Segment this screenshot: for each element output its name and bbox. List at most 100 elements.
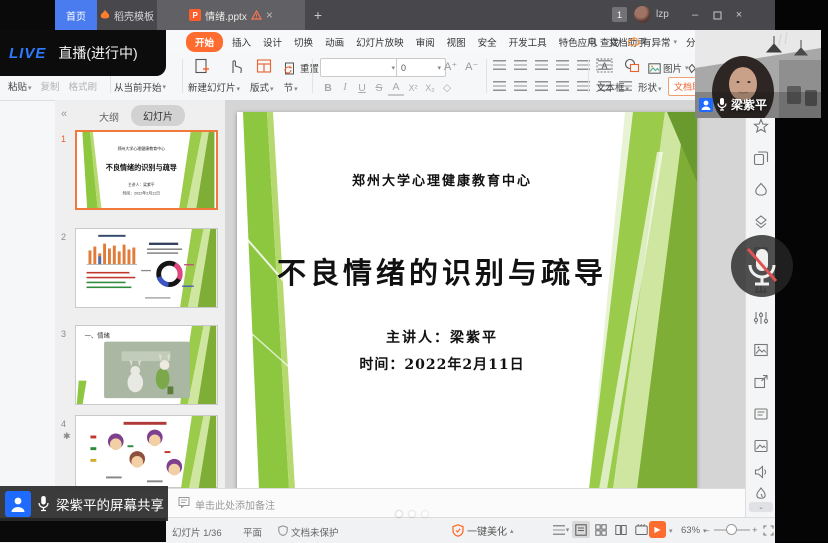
font-name-combo[interactable]: ▾ (320, 58, 400, 77)
tab-template-store[interactable]: 稻壳模板 (97, 0, 157, 30)
slide-thumbnail-3[interactable]: 一、情绪 (75, 325, 218, 405)
layout-button[interactable]: 版式▾ (250, 80, 274, 94)
zoom-slider-knob[interactable] (726, 524, 737, 535)
decrease-indent-icon[interactable] (535, 60, 548, 70)
sound-pane-icon[interactable] (753, 464, 769, 480)
ribbon-tab-animation[interactable]: 动画 (322, 33, 347, 51)
play-options-dropdown-icon[interactable]: ▾ (669, 527, 673, 535)
clone-shapes-icon[interactable] (753, 150, 769, 166)
live-label: LIVE (9, 45, 46, 62)
tab-slides[interactable]: 幻灯片 (131, 105, 185, 126)
presenter-video-tile[interactable]: 梁紫平 (695, 30, 821, 118)
ribbon-tab-insert[interactable]: 插入 (229, 33, 254, 51)
bold-button[interactable]: B (320, 79, 336, 96)
screen-share-label: 梁紫平的屏幕共享 (56, 494, 164, 514)
beautify-button[interactable]: 一键美化 ▴ (452, 523, 514, 538)
fit-slide-icon[interactable] (763, 525, 774, 536)
ribbon-tab-devtools[interactable]: 开发工具 (506, 33, 550, 51)
copy-button[interactable]: 复制 (41, 79, 60, 93)
featured-star-icon[interactable] (753, 118, 769, 134)
justify-icon[interactable] (556, 81, 569, 91)
zoom-out-button[interactable]: – (704, 525, 709, 536)
format-painter-button[interactable]: 格式刷 (69, 79, 98, 93)
close-window-button[interactable]: × (728, 0, 750, 30)
slide-title-text[interactable]: 不良情绪的识别与疏导 (237, 250, 647, 292)
image-library-icon[interactable] (753, 438, 769, 454)
notes-card-icon[interactable] (753, 406, 769, 422)
textbox-label: 文本框 (596, 83, 625, 94)
user-count-badge: 1 (612, 7, 627, 22)
italic-button[interactable]: I (337, 79, 353, 96)
ribbon-tab-view[interactable]: 视图 (444, 33, 469, 51)
reset-button[interactable]: 重置 (284, 61, 319, 75)
mic-muted-floating-button[interactable] (731, 235, 793, 297)
find-button[interactable]: 查找 (588, 35, 619, 49)
section-button[interactable]: 节▾ (284, 80, 298, 94)
layers-pyramid-icon[interactable] (753, 214, 769, 230)
align-right-icon[interactable] (535, 81, 548, 91)
ribbon-tab-review[interactable]: 审阅 (413, 33, 438, 51)
slide-thumbnail-2[interactable] (75, 228, 218, 308)
underline-button[interactable]: U (354, 79, 370, 96)
share-pane-icon[interactable] (753, 374, 769, 390)
superscript-button[interactable]: X² (405, 79, 421, 96)
tab-document[interactable]: P 情绪.pptx × (157, 0, 305, 30)
ribbon-tab-home[interactable]: 开始 (186, 32, 223, 52)
slide-thumbnail-4[interactable] (75, 415, 218, 488)
slide-thumbnail-1[interactable]: 郑州大学心理健康教育中心 不良情绪的识别与疏导 主讲人：梁紫平 时间：2022年… (75, 130, 218, 210)
zoom-level[interactable]: 63% ▾ (681, 525, 707, 536)
slideshow-setup-icon[interactable] (632, 521, 650, 538)
select-hand-icon[interactable] (228, 58, 243, 74)
bullet-list-icon[interactable] (493, 60, 506, 70)
reading-view-button[interactable] (612, 521, 630, 538)
sidebar-collapse-chevron-icon[interactable]: ⌄ (749, 502, 773, 512)
beautify-icon (452, 524, 464, 537)
slide-sorter-view-button[interactable] (592, 521, 610, 538)
slide-date-text[interactable]: 时间：2022年2月11日 (237, 354, 647, 374)
ribbon-tab-security[interactable]: 安全 (475, 33, 500, 51)
restore-button[interactable] (706, 0, 728, 30)
highlight-button[interactable]: ◇ (439, 79, 455, 96)
ribbon-tab-design[interactable]: 设计 (260, 33, 285, 51)
font-size-combo[interactable]: 0▾ (396, 58, 446, 77)
zoom-in-button[interactable]: + (752, 525, 758, 536)
new-slide-button[interactable]: 新建幻灯片▾ (188, 80, 240, 94)
minimize-button[interactable]: – (684, 0, 706, 30)
slide-speaker-text[interactable]: 主讲人：梁紫平 (237, 327, 647, 347)
play-slideshow-button[interactable]: ▶ (649, 521, 666, 538)
notes-toggle-icon[interactable]: ▾ (552, 521, 570, 538)
picture-pane-icon[interactable] (753, 342, 769, 358)
slide-org-text[interactable]: 郑州大学心理健康教育中心 (237, 170, 647, 189)
tab-home[interactable]: 首页 (55, 0, 97, 30)
adjust-sliders-icon[interactable] (753, 310, 769, 326)
shape-button[interactable]: 形状▾ (638, 80, 662, 94)
increase-font-button[interactable]: A⁺ (444, 60, 457, 73)
decrease-font-button[interactable]: A⁻ (465, 60, 478, 73)
slide-editor[interactable]: 郑州大学心理健康教育中心 不良情绪的识别与疏导 主讲人：梁紫平 时间：2022年… (237, 112, 697, 489)
tab-close-icon[interactable]: × (266, 8, 273, 22)
sync-warning-icon (251, 10, 262, 20)
font-color-button[interactable]: A (388, 80, 404, 96)
ribbon-tab-slideshow[interactable]: 幻灯片放映 (353, 33, 407, 51)
picture-button[interactable]: 图片▾ (648, 61, 689, 75)
tab-outline[interactable]: 大纲 (99, 109, 119, 124)
protection-status[interactable]: 文档未保护 (291, 525, 339, 539)
play-from-current-button[interactable]: 从当前开始▾ (114, 80, 166, 94)
align-left-icon[interactable] (493, 81, 506, 91)
cloud-sync-status-button[interactable]: 有异常 ▾ (628, 35, 677, 49)
hot-flame-icon[interactable] (753, 486, 769, 502)
textbox-button[interactable]: 文本框▾ (596, 80, 629, 94)
paste-button[interactable]: 粘贴▾ (8, 79, 32, 93)
numbered-list-icon[interactable] (514, 60, 527, 70)
new-tab-button[interactable]: + (305, 0, 331, 30)
strikethrough-button[interactable]: S (371, 79, 387, 96)
collapse-panel-icon[interactable]: « (61, 108, 67, 120)
align-center-icon[interactable] (514, 81, 527, 91)
increase-indent-icon[interactable] (556, 60, 569, 70)
account-avatar[interactable] (634, 6, 651, 23)
ribbon-tab-transition[interactable]: 切换 (291, 33, 316, 51)
subscript-button[interactable]: X₂ (422, 79, 438, 96)
normal-view-button[interactable] (572, 521, 590, 538)
play-from-current-label: 从当前开始 (114, 80, 162, 94)
material-drop-icon[interactable] (753, 182, 769, 198)
